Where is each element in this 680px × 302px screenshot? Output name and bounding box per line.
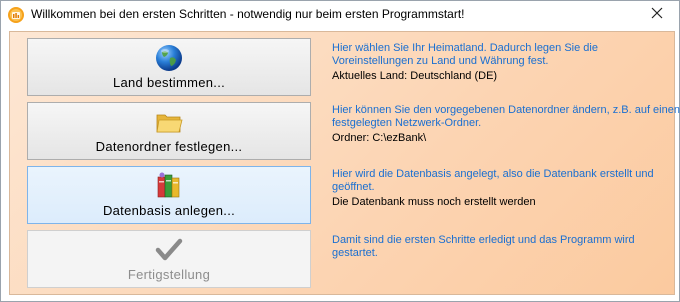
step-description: Damit sind die ersten Schritte erledigt …: [332, 234, 635, 259]
checkmark-icon: [154, 235, 184, 265]
globe-icon: [154, 43, 184, 73]
step-description: Hier können Sie den vorgegebenen Datenor…: [332, 104, 680, 129]
step-status: Aktuelles Land: Deutschland (DE): [332, 70, 498, 82]
step-info-datenordner: Hier können Sie den vorgegebenen Datenor…: [332, 104, 680, 145]
wizard-panel: Land bestimmen... Hier wählen Sie Ihr He…: [9, 31, 680, 295]
dialog-window: Willkommen bei den ersten Schritten - no…: [0, 0, 680, 302]
datenbasis-anlegen-button[interactable]: Datenbasis anlegen...: [27, 166, 311, 224]
step-status: Ordner: C:\ezBank\: [332, 132, 427, 144]
database-books-icon: [154, 171, 184, 201]
fertigstellung-button[interactable]: Fertigstellung: [27, 230, 311, 288]
datenordner-festlegen-button[interactable]: Datenordner festlegen...: [27, 102, 311, 160]
folder-icon: [154, 107, 184, 137]
land-bestimmen-label: Land bestimmen...: [112, 75, 226, 90]
datenbasis-anlegen-label: Datenbasis anlegen...: [102, 203, 236, 218]
step-info-fertigstellung: Damit sind die ersten Schritte erledigt …: [332, 234, 680, 260]
close-button[interactable]: [635, 1, 679, 29]
datenordner-festlegen-label: Datenordner festlegen...: [95, 139, 243, 154]
step-info-land: Hier wählen Sie Ihr Heimatland. Dadurch …: [332, 42, 680, 83]
close-icon: [651, 6, 663, 24]
step-status: Die Datenbank muss noch erstellt werden: [332, 196, 536, 208]
step-description: Hier wählen Sie Ihr Heimatland. Dadurch …: [332, 42, 598, 67]
app-icon: [7, 6, 25, 24]
step-description: Hier wird die Datenbasis angelegt, also …: [332, 168, 654, 193]
land-bestimmen-button[interactable]: Land bestimmen...: [27, 38, 311, 96]
fertigstellung-label: Fertigstellung: [127, 267, 211, 282]
window-title: Willkommen bei den ersten Schritten - no…: [31, 7, 465, 21]
title-bar[interactable]: Willkommen bei den ersten Schritten - no…: [1, 1, 679, 29]
step-info-datenbasis: Hier wird die Datenbasis angelegt, also …: [332, 168, 680, 209]
